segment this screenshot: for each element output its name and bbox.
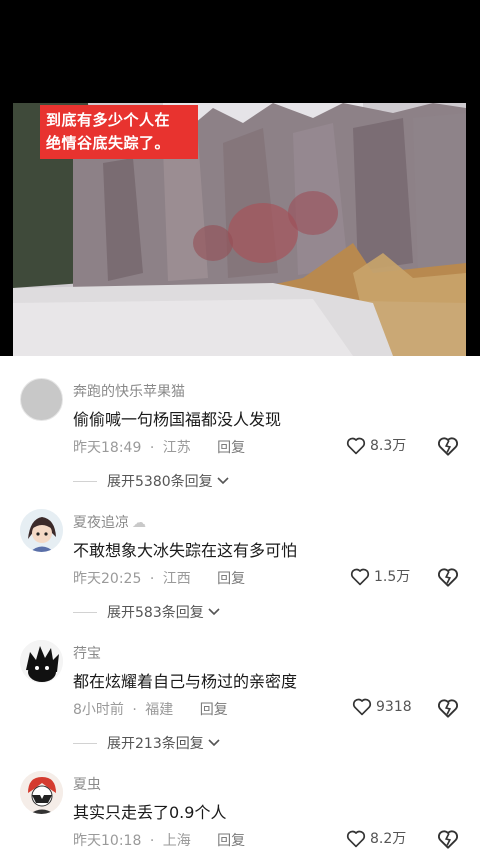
like-count: 9318 xyxy=(376,698,412,715)
heart-icon xyxy=(346,437,366,454)
expand-replies-label: 展开5380条回复 xyxy=(107,474,213,490)
comment-list: 奔跑的快乐苹果猫 偷偷喊一句杨国福都没人发现 昨天18:49 · 江苏 回复 8… xyxy=(0,356,480,856)
comment-time: 8小时前 xyxy=(73,702,124,718)
like-button[interactable]: 1.5万 xyxy=(350,566,410,586)
video-frame[interactable]: 到底有多少个人在 绝情谷底失踪了。 xyxy=(13,103,466,356)
comment-text: 偷偷喊一句杨国福都没人发现 xyxy=(73,410,282,429)
expand-replies-button[interactable]: 展开583条回复 xyxy=(73,602,220,622)
comment-meta: 昨天18:49 · 江苏 回复 xyxy=(73,437,245,457)
comment-location: 江苏 xyxy=(162,440,191,456)
comment-meta: 昨天10:18 · 上海 回复 xyxy=(73,830,245,850)
reply-button[interactable]: 回复 xyxy=(217,437,245,457)
comment-location: 福建 xyxy=(145,702,174,718)
like-button[interactable]: 8.3万 xyxy=(346,435,406,455)
like-button[interactable]: 8.2万 xyxy=(346,828,406,848)
like-count: 8.3万 xyxy=(370,438,407,454)
avatar[interactable] xyxy=(20,509,63,552)
divider-line xyxy=(73,611,97,613)
username-text: 夏夜追凉 xyxy=(73,515,129,531)
comment-meta: 昨天20:25 · 江西 回复 xyxy=(73,568,245,588)
dislike-icon[interactable] xyxy=(437,435,459,457)
comment-location: 江西 xyxy=(162,571,191,587)
comment-text: 都在炫耀着自己与杨过的亲密度 xyxy=(73,672,298,691)
dislike-icon[interactable] xyxy=(437,566,459,588)
comment-meta: 8小时前 · 福建 回复 xyxy=(73,699,228,719)
comment-location: 上海 xyxy=(162,833,191,849)
video-player[interactable]: 到底有多少个人在 绝情谷底失踪了。 xyxy=(0,0,480,356)
chevron-down-icon xyxy=(208,739,220,747)
cloud-icon: ☁ xyxy=(132,515,146,531)
comment-username[interactable]: 夏夜追凉 ☁ xyxy=(73,512,146,532)
red-helmet-avatar-image xyxy=(20,771,63,814)
cartoon-girl-avatar-image xyxy=(20,509,63,552)
chevron-down-icon xyxy=(208,608,220,616)
expand-replies-label: 展开583条回复 xyxy=(107,605,204,621)
like-count: 1.5万 xyxy=(374,569,411,585)
expand-replies-button[interactable]: 展开213条回复 xyxy=(73,733,220,753)
video-caption: 到底有多少个人在 绝情谷底失踪了。 xyxy=(40,105,198,159)
dislike-icon[interactable] xyxy=(437,697,459,719)
divider-line xyxy=(73,742,97,744)
comment-time: 昨天20:25 xyxy=(73,571,142,587)
dislike-icon[interactable] xyxy=(437,828,459,850)
divider-line xyxy=(73,480,97,482)
comment-time: 昨天10:18 xyxy=(73,833,142,849)
avatar[interactable] xyxy=(20,378,63,421)
black-spiky-avatar-image xyxy=(20,640,63,683)
meta-separator: · xyxy=(149,833,155,849)
avatar[interactable] xyxy=(20,640,63,683)
comment-username[interactable]: 夏虫 xyxy=(73,774,101,794)
meta-separator: · xyxy=(149,440,155,456)
heart-icon xyxy=(346,830,366,847)
chevron-down-icon xyxy=(217,477,229,485)
heart-icon xyxy=(350,568,370,585)
meta-separator: · xyxy=(149,571,155,587)
meta-separator: · xyxy=(132,702,137,718)
avatar[interactable] xyxy=(20,771,63,814)
expand-replies-label: 展开213条回复 xyxy=(107,736,204,752)
comment-text: 其实只走丢了0.9个人 xyxy=(73,803,227,822)
like-button[interactable]: 9318 xyxy=(352,697,412,716)
reply-button[interactable]: 回复 xyxy=(217,830,245,850)
heart-icon xyxy=(352,698,372,716)
reply-button[interactable]: 回复 xyxy=(200,699,228,719)
caption-line-1: 到底有多少个人在 xyxy=(46,111,171,129)
expand-replies-button[interactable]: 展开5380条回复 xyxy=(73,471,229,491)
comment-username[interactable]: 荇宝 xyxy=(73,643,101,663)
caption-line-2: 绝情谷底失踪了。 xyxy=(46,134,171,152)
reply-button[interactable]: 回复 xyxy=(217,568,245,588)
comment-time: 昨天18:49 xyxy=(73,440,142,456)
comment-text: 不敢想象大冰失踪在这有多可怕 xyxy=(73,541,298,560)
like-count: 8.2万 xyxy=(370,831,407,847)
comment-username[interactable]: 奔跑的快乐苹果猫 xyxy=(73,381,185,401)
